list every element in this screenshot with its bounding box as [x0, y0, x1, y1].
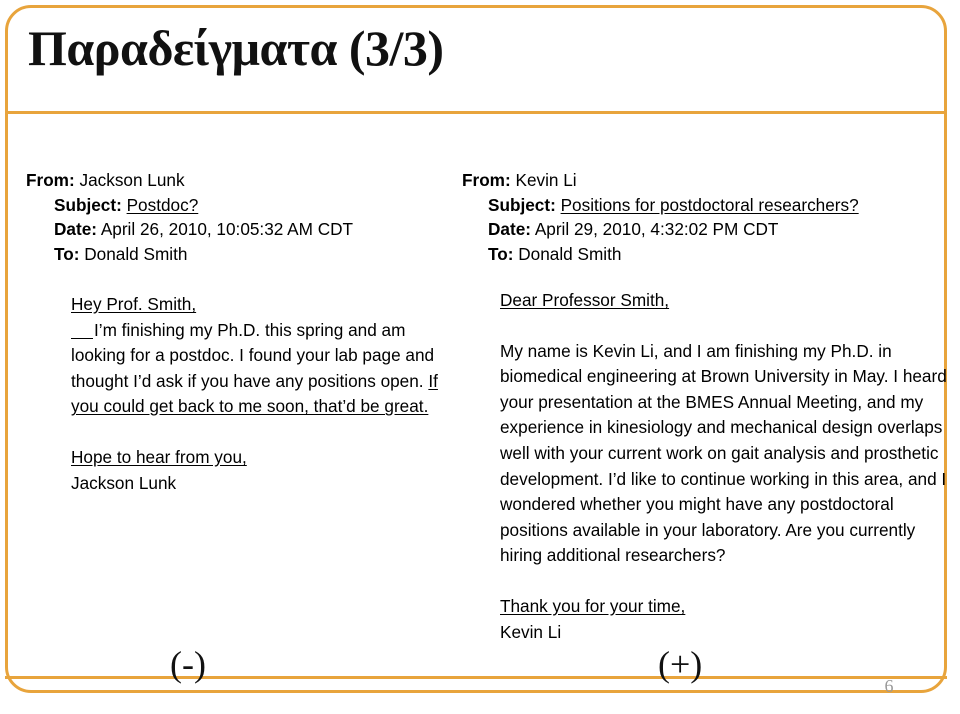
email-left-paragraph: I’m finishing my Ph.D. this spring and a…	[71, 318, 463, 420]
email-right-paragraph: My name is Kevin Li, and I am finishing …	[500, 340, 947, 566]
date-value: April 26, 2010, 10:05:32 AM CDT	[100, 219, 354, 239]
subject-value: Postdoc?	[126, 194, 199, 215]
date-label: Date:	[488, 219, 531, 239]
email-right-signature: Kevin Li	[500, 621, 562, 642]
to-value: Donald Smith	[84, 243, 188, 264]
footer-divider-rule	[5, 676, 947, 679]
email-left-to-row: To: Donald Smith	[54, 242, 466, 267]
date-label: Date:	[54, 219, 97, 239]
email-card-right: From: Kevin Li Subject: Positions for po…	[462, 168, 947, 645]
page-title: Παραδείγματα (3/3)	[28, 20, 444, 76]
slide-canvas: Παραδείγματα (3/3) From: Jackson Lunk Su…	[0, 0, 960, 714]
email-left-paragraph-plain: I’m finishing my Ph.D. this spring and a…	[71, 319, 435, 391]
email-right-body-spacer	[500, 569, 948, 594]
email-right-greeting-spacer	[500, 314, 948, 339]
to-label: To:	[54, 243, 80, 264]
email-right-to-row: To: Donald Smith	[488, 242, 942, 267]
email-left-body-spacer	[71, 420, 463, 445]
from-label: From:	[26, 170, 75, 190]
email-right-subject-row: Subject: Positions for postdoctoral rese…	[488, 193, 942, 218]
title-divider-rule	[5, 111, 947, 114]
page-number: 6	[884, 676, 894, 696]
subject-label: Subject:	[54, 194, 122, 215]
email-left-closing: Hope to hear from you,	[71, 446, 247, 467]
to-value: Donald Smith	[518, 243, 622, 264]
email-left-subject-row: Subject: Postdoc?	[54, 193, 466, 218]
email-right-closing: Thank you for your time,	[500, 595, 686, 616]
to-label: To:	[488, 243, 514, 264]
email-left-date-row: Date: April 26, 2010, 10:05:32 AM CDT	[54, 217, 466, 242]
from-value: Jackson Lunk	[79, 170, 185, 190]
positive-example-marker: (+)	[658, 644, 703, 684]
email-right-body: Dear Professor Smith, My name is Kevin L…	[500, 288, 948, 645]
email-left-greeting: Hey Prof. Smith,	[71, 294, 197, 314]
email-right-greeting: Dear Professor Smith,	[500, 290, 670, 310]
indent-underline-mark	[71, 337, 93, 339]
email-left-signature: Jackson Lunk	[71, 472, 177, 493]
email-card-left: From: Jackson Lunk Subject: Postdoc? Dat…	[26, 168, 466, 496]
subject-value: Positions for postdoctoral researchers?	[560, 194, 859, 215]
from-value: Kevin Li	[515, 170, 577, 190]
email-left-from-row: From: Jackson Lunk	[26, 168, 466, 193]
email-right-date-row: Date: April 29, 2010, 4:32:02 PM CDT	[488, 217, 942, 242]
subject-label: Subject:	[488, 194, 556, 215]
negative-example-marker: (-)	[170, 644, 206, 684]
email-right-from-row: From: Kevin Li	[462, 168, 942, 193]
email-left-body: Hey Prof. Smith, I’m finishing my Ph.D. …	[71, 292, 463, 496]
from-label: From:	[462, 170, 511, 190]
date-value: April 29, 2010, 4:32:02 PM CDT	[534, 219, 779, 239]
